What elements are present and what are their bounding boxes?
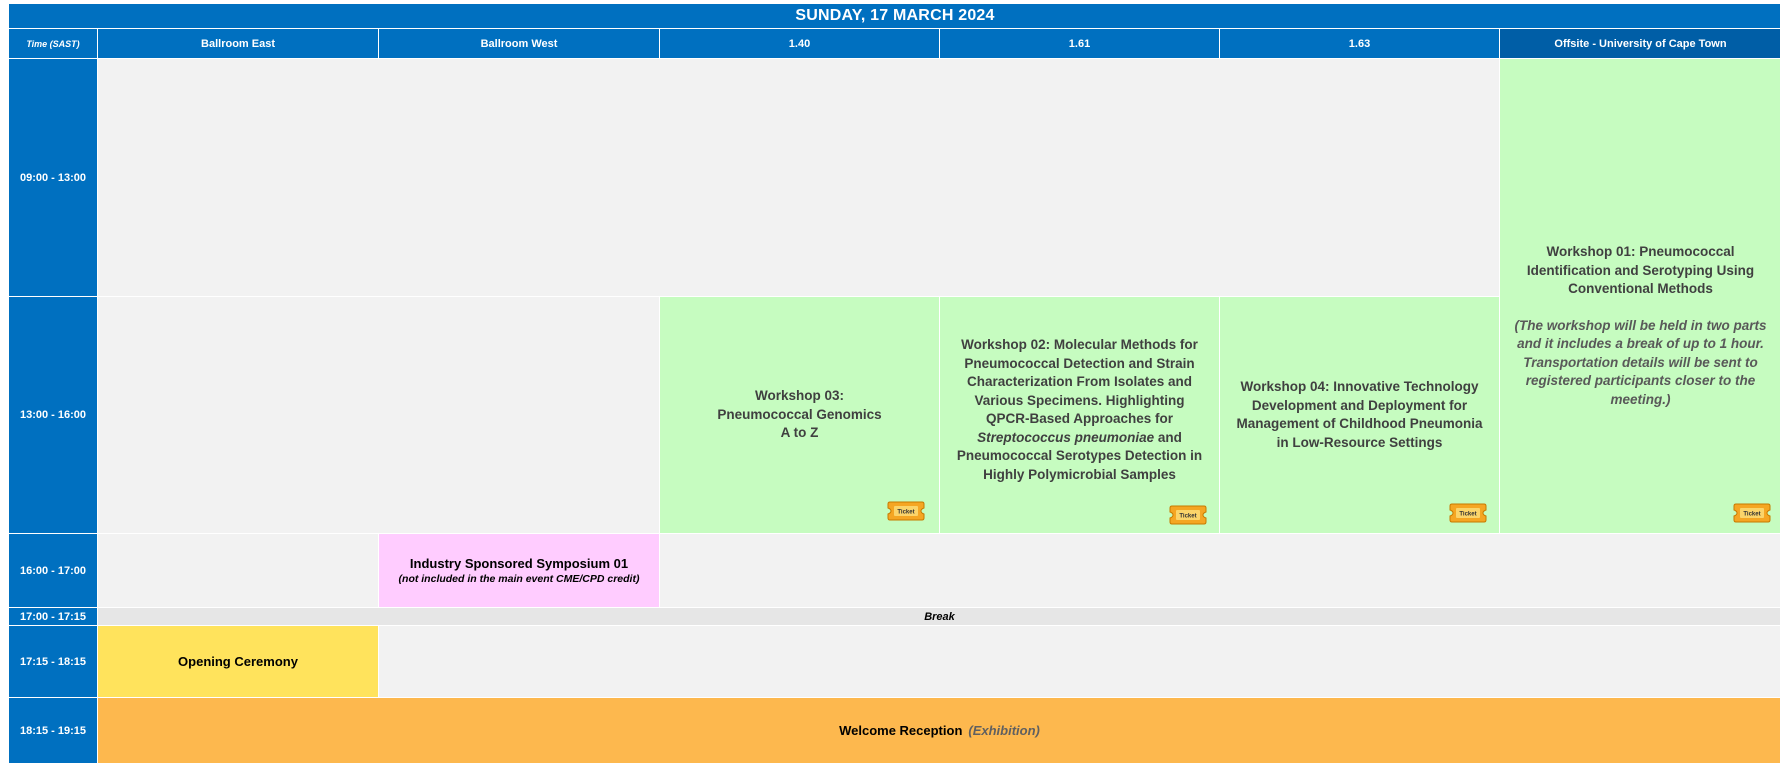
- workshop-01-note: (The workshop will be held in two parts …: [1514, 317, 1767, 407]
- session-welcome-reception[interactable]: Welcome Reception (Exhibition): [98, 698, 1780, 763]
- workshop-02-species: Streptococcus pneumoniae: [977, 429, 1155, 445]
- empty-slot: [98, 59, 1499, 296]
- workshop-01-title: Workshop 01: Pneumococcal Identification…: [1526, 244, 1755, 296]
- workshop-04-title: Workshop 04: Innovative Technology Devel…: [1236, 379, 1483, 450]
- session-workshop-04[interactable]: Workshop 04: Innovative Technology Devel…: [1220, 297, 1499, 533]
- ticket-icon[interactable]: Ticket: [1169, 505, 1207, 525]
- session-workshop-02[interactable]: Workshop 02: Molecular Methods for Pneum…: [940, 297, 1219, 533]
- symposium-01-title: Industry Sponsored Symposium 01: [409, 556, 629, 571]
- session-workshop-01[interactable]: Workshop 01: Pneumococcal Identification…: [1500, 59, 1780, 533]
- time-slot: 18:15 - 19:15: [9, 698, 97, 763]
- workshop-03-line1: Workshop 03:: [754, 388, 844, 404]
- time-slot: 17:00 - 17:15: [9, 608, 97, 625]
- ticket-icon[interactable]: Ticket: [1449, 503, 1487, 523]
- ticket-label: Ticket: [1179, 514, 1196, 520]
- workshop-02-title: Workshop 02: Molecular Methods for Pneum…: [952, 336, 1207, 484]
- time-slot: 16:00 - 17:00: [9, 534, 97, 607]
- date-title: SUNDAY, 17 MARCH 2024: [9, 4, 1780, 28]
- time-slot: 13:00 - 16:00: [9, 297, 97, 533]
- welcome-reception-title: Welcome Reception: [839, 723, 963, 738]
- session-workshop-03[interactable]: Workshop 03: Pneumococcal Genomics A to …: [660, 297, 939, 533]
- room-header-1-61: 1.61: [940, 29, 1219, 58]
- time-header-label: Time: [26, 38, 48, 49]
- session-opening-ceremony[interactable]: Opening Ceremony: [98, 626, 378, 697]
- workshop-03-line2: Pneumococcal Genomics: [717, 406, 882, 422]
- symposium-01-note: (not included in the main event CME/CPD …: [398, 573, 640, 585]
- time-slot: 09:00 - 13:00: [9, 59, 97, 296]
- room-header-offsite: Offsite - University of Cape Town: [1500, 29, 1780, 58]
- time-column-header: Time (SAST): [9, 29, 97, 58]
- workshop-02-part1: Workshop 02: Molecular Methods for Pneum…: [961, 337, 1198, 426]
- ticket-icon[interactable]: Ticket: [887, 501, 925, 521]
- room-header-1-40: 1.40: [660, 29, 939, 58]
- break-bar: Break: [98, 608, 1780, 625]
- welcome-reception-note: (Exhibition): [968, 723, 1040, 738]
- empty-slot: [98, 297, 659, 533]
- room-header-ballroom-west: Ballroom West: [379, 29, 659, 58]
- empty-slot: [379, 626, 1780, 697]
- workshop-03-line3: A to Z: [780, 425, 819, 441]
- ticket-label: Ticket: [1743, 512, 1760, 518]
- time-header-zone: (SAST): [49, 38, 80, 49]
- time-slot: 17:15 - 18:15: [9, 626, 97, 697]
- room-header-1-63: 1.63: [1220, 29, 1499, 58]
- ticket-label: Ticket: [897, 510, 914, 516]
- room-header-ballroom-east: Ballroom East: [98, 29, 378, 58]
- schedule-grid: SUNDAY, 17 MARCH 2024 Time (SAST) Ballro…: [9, 4, 1780, 763]
- session-symposium-01[interactable]: Industry Sponsored Symposium 01 (not inc…: [379, 534, 659, 607]
- ticket-label: Ticket: [1459, 512, 1476, 518]
- empty-slot: [660, 534, 1780, 607]
- ticket-icon[interactable]: Ticket: [1733, 503, 1771, 523]
- empty-slot: [98, 534, 378, 607]
